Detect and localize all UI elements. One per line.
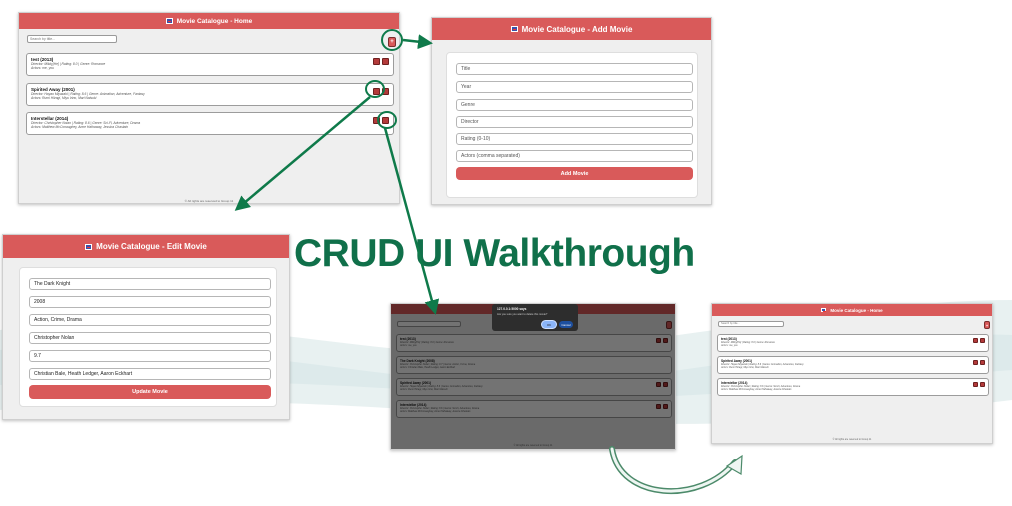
- movie-card: Spirited Away (2001) Director: Hayao Miy…: [26, 83, 394, 106]
- flag-icon: [165, 18, 173, 24]
- year-field[interactable]: Year: [456, 81, 693, 93]
- edit-icon[interactable]: [373, 58, 380, 65]
- flag-icon: [85, 243, 93, 250]
- home-header: Movie Catalogue - Home: [712, 304, 992, 316]
- cancel-button[interactable]: Cancel: [559, 321, 573, 328]
- flag-icon: [510, 26, 518, 32]
- edit-icon[interactable]: [973, 338, 978, 343]
- dialog-host: 127.0.0.1:5000 says: [497, 307, 527, 311]
- search-input[interactable]: Search by title...: [27, 35, 117, 43]
- movie-actors: Actors: Matthew McConaughey, Anne Hathaw…: [721, 388, 792, 391]
- add-movie-screen: Movie Catalogue - Add Movie Title Year G…: [431, 17, 712, 205]
- edit-button-highlight: [365, 80, 385, 98]
- home-title: Movie Catalogue - Home: [830, 307, 883, 313]
- footer: © All rights are reserved to Group 11: [184, 199, 234, 203]
- movie-actors: Actors: Rumi Hiiragi, Miyu Irino, Mari N…: [31, 96, 97, 100]
- actors-field[interactable]: Christian Bale, Heath Ledger, Aaron Eckh…: [29, 368, 271, 380]
- rating-field[interactable]: Rating (0-10): [456, 133, 693, 145]
- rating-field[interactable]: 9.7: [29, 350, 271, 362]
- title-field[interactable]: Title: [456, 63, 693, 75]
- update-movie-submit[interactable]: Update Movie: [29, 385, 271, 399]
- genre-field[interactable]: Action, Crime, Drama: [29, 314, 271, 326]
- edit-movie-screen: Movie Catalogue - Edit Movie The Dark Kn…: [2, 234, 290, 420]
- home-after-delete-screen: Movie Catalogue - Home Search by title..…: [711, 303, 993, 444]
- edit-header: Movie Catalogue - Edit Movie: [3, 235, 289, 258]
- actors-field[interactable]: Actors (comma separated): [456, 150, 693, 162]
- genre-field[interactable]: Genre: [456, 99, 693, 111]
- title-field[interactable]: The Dark Knight: [29, 278, 271, 290]
- confirm-dialog: 127.0.0.1:5000 says Are you sure you wan…: [492, 304, 578, 331]
- edit-form: The Dark Knight 2008 Action, Crime, Dram…: [19, 267, 277, 407]
- dialog-message: Are you sure you want to delete this mov…: [497, 313, 548, 316]
- movie-actors: Actors: me, you: [721, 344, 738, 347]
- year-field[interactable]: 2008: [29, 296, 271, 308]
- add-button-highlight: [381, 29, 403, 51]
- movie-actors: Actors: Rumi Hiiragi, Miyu Irino, Mari N…: [721, 366, 769, 369]
- delete-icon[interactable]: [980, 360, 985, 365]
- ok-button[interactable]: OK: [542, 321, 556, 328]
- add-movie-submit[interactable]: Add Movie: [456, 167, 693, 180]
- edit-icon[interactable]: [973, 382, 978, 387]
- home-title: Movie Catalogue - Home: [176, 17, 253, 25]
- add-movie-button[interactable]: +: [984, 321, 990, 329]
- delete-button-highlight: [377, 111, 397, 129]
- flag-icon: [821, 308, 827, 312]
- director-field[interactable]: Christopher Nolan: [29, 332, 271, 344]
- movie-actors: Actors: me, you: [31, 66, 54, 70]
- footer: © All rights are reserved to Group 11: [832, 438, 872, 441]
- edit-icon[interactable]: [973, 360, 978, 365]
- add-title: Movie Catalogue - Add Movie: [521, 24, 633, 34]
- home-screen: Movie Catalogue - Home Search by title..…: [18, 12, 400, 204]
- delete-confirm-screen: test (2013) Director: Mikky[He] | Rating…: [390, 303, 676, 450]
- director-field[interactable]: Director: [456, 116, 693, 128]
- movie-card: test (2013) Director: Mikky[He] | Rating…: [717, 334, 989, 352]
- home-header: Movie Catalogue - Home: [19, 13, 399, 29]
- add-header: Movie Catalogue - Add Movie: [432, 18, 711, 40]
- movie-card: test (2013) Director: Mikky[He] | Rating…: [26, 53, 394, 76]
- delete-icon[interactable]: [980, 338, 985, 343]
- walkthrough-headline: CRUD UI Walkthrough: [294, 232, 695, 275]
- movie-card: Interstellar (2014) Director: Christophe…: [26, 112, 394, 135]
- delete-icon[interactable]: [382, 58, 389, 65]
- movie-actors: Actors: Matthew McConaughey, Anne Hathaw…: [31, 125, 129, 129]
- add-form: Title Year Genre Director Rating (0-10) …: [446, 52, 698, 198]
- edit-title: Movie Catalogue - Edit Movie: [96, 242, 207, 251]
- movie-card: Interstellar (2014) Director: Christophe…: [717, 378, 989, 396]
- search-input[interactable]: Search by title...: [718, 321, 784, 327]
- movie-card: Spirited Away (2001) Director: Hayao Miy…: [717, 356, 989, 374]
- delete-icon[interactable]: [980, 382, 985, 387]
